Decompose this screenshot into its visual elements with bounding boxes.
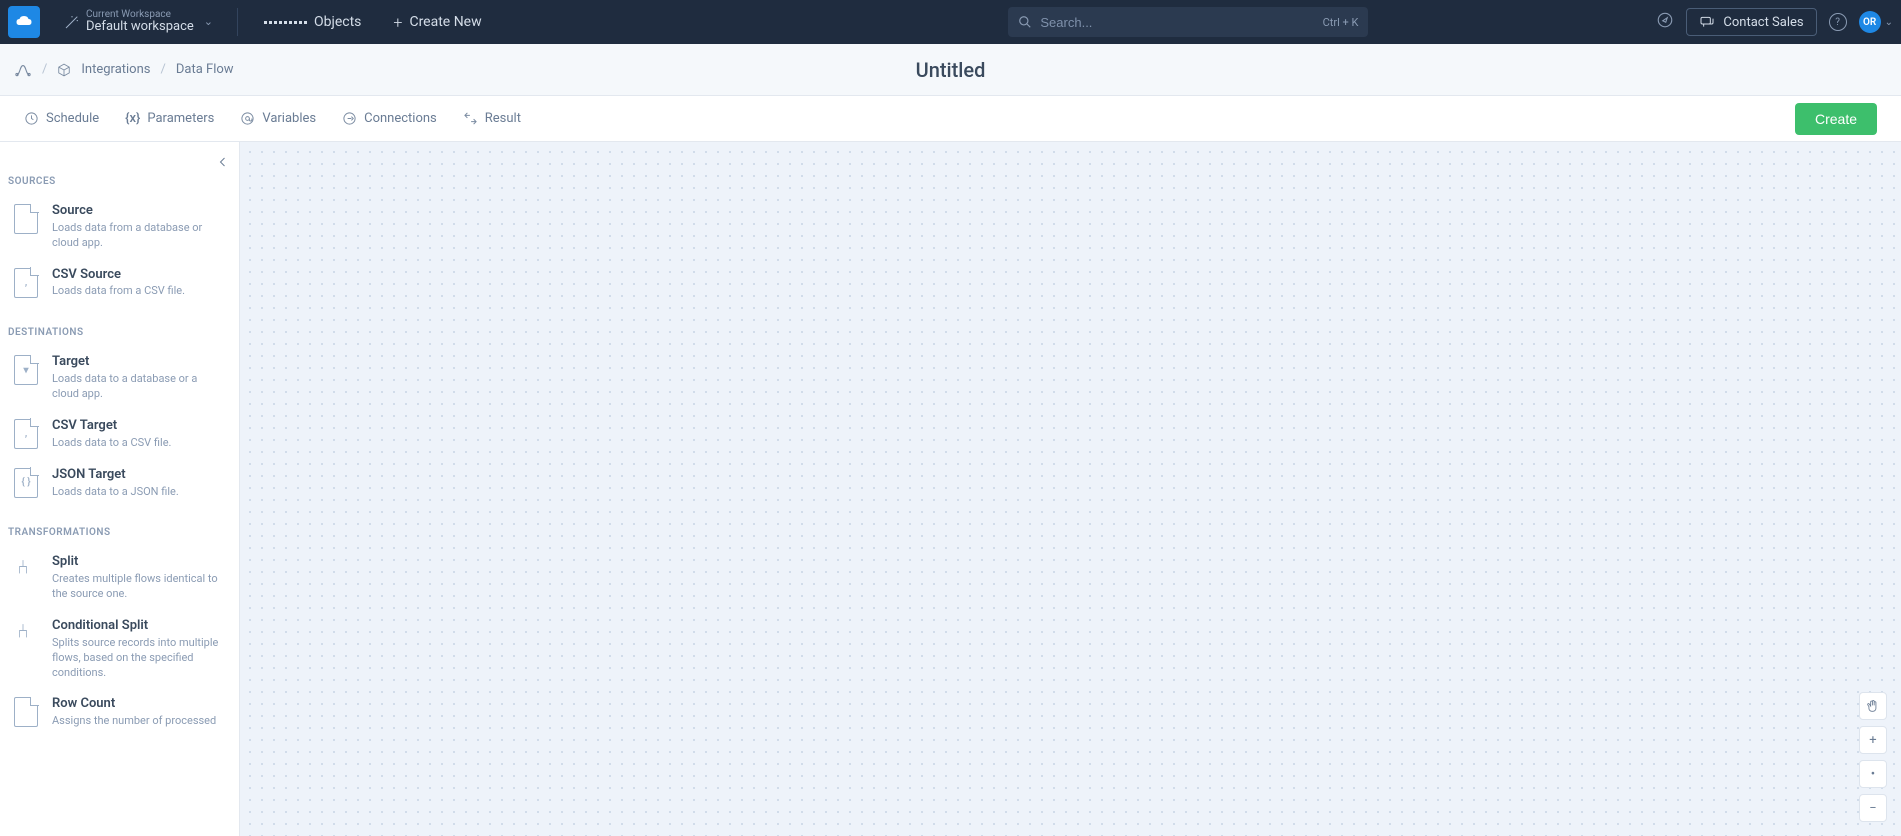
objects-label: Objects xyxy=(314,14,361,30)
parentheses-icon: {x} xyxy=(125,111,140,126)
global-search[interactable]: Ctrl + K xyxy=(1008,7,1368,37)
chevron-down-icon: ⌄ xyxy=(1885,17,1893,28)
component-icon xyxy=(12,554,40,586)
flow-canvas[interactable]: + − xyxy=(240,142,1901,836)
breadcrumb-data-flow[interactable]: Data Flow xyxy=(176,62,234,77)
workspace-selector[interactable]: Current Workspace Default workspace ⌄ xyxy=(54,9,223,34)
sidebar-section: DESTINATIONS ▾ TargetLoads data to a datab… xyxy=(0,307,239,507)
component-icon: , xyxy=(12,418,40,450)
tab-parameters[interactable]: {x} Parameters xyxy=(125,111,214,126)
help-button[interactable]: ? xyxy=(1829,13,1847,31)
component-item[interactable]: , CSV SourceLoads data from a CSV file. xyxy=(8,259,231,308)
sidebar-section-heading: DESTINATIONS xyxy=(8,307,231,346)
component-item[interactable]: Row CountAssigns the number of processed xyxy=(8,688,231,737)
components-sidebar: SOURCESSourceLoads data from a database … xyxy=(0,142,240,836)
canvas-toolbar: + − xyxy=(1859,692,1887,822)
objects-nav-button[interactable]: Objects xyxy=(252,0,373,44)
zoom-out-button[interactable]: − xyxy=(1859,794,1887,822)
search-shortcut: Ctrl + K xyxy=(1323,16,1359,29)
search-input[interactable] xyxy=(1040,15,1314,30)
component-desc: Loads data to a JSON file. xyxy=(52,485,227,500)
sidebar-section-heading: SOURCES xyxy=(8,142,231,195)
component-title: JSON Target xyxy=(52,467,227,484)
pan-tool-button[interactable] xyxy=(1859,692,1887,720)
user-menu[interactable]: OR ⌄ xyxy=(1859,11,1893,33)
component-desc: Loads data to a database or a cloud app. xyxy=(52,372,227,402)
component-desc: Splits source records into multiple flow… xyxy=(52,636,227,681)
cloud-icon xyxy=(15,13,33,31)
compass-icon[interactable] xyxy=(1656,11,1674,33)
component-item[interactable]: SourceLoads data from a database or clou… xyxy=(8,195,231,259)
divider xyxy=(237,8,238,36)
component-desc: Assigns the number of processed xyxy=(52,714,227,729)
tab-schedule[interactable]: Schedule xyxy=(24,111,99,126)
sidebar-section: TRANSFORMATIONSSplitCreates multiple flo… xyxy=(0,507,239,737)
page-title[interactable]: Untitled xyxy=(916,58,986,82)
flow-icon[interactable] xyxy=(14,61,32,79)
app-logo[interactable] xyxy=(8,6,40,38)
plus-icon: + xyxy=(393,13,402,32)
box-icon xyxy=(57,63,71,77)
create-button[interactable]: Create xyxy=(1795,103,1877,135)
workspace-name: Default workspace xyxy=(86,20,194,34)
chevron-down-icon: ⌄ xyxy=(204,15,213,28)
tab-connections[interactable]: Connections xyxy=(342,111,437,126)
component-item[interactable]: , CSV TargetLoads data to a CSV file. xyxy=(8,410,231,459)
component-icon xyxy=(12,618,40,650)
main-area: SOURCESSourceLoads data from a database … xyxy=(0,142,1901,836)
sidebar-section: SOURCESSourceLoads data from a database … xyxy=(0,142,239,307)
component-item[interactable]: SplitCreates multiple flows identical to… xyxy=(8,546,231,610)
sidebar-collapse-button[interactable] xyxy=(213,152,233,176)
connection-icon xyxy=(342,111,357,126)
component-title: Source xyxy=(52,203,227,220)
component-icon: ▾ xyxy=(12,354,40,386)
create-new-nav-button[interactable]: + Create New xyxy=(381,0,493,44)
chat-icon xyxy=(1699,14,1715,30)
tab-result[interactable]: Result xyxy=(463,111,521,126)
sidebar-section-heading: TRANSFORMATIONS xyxy=(8,507,231,546)
config-tab-bar: Schedule {x} Parameters Variables Connec… xyxy=(0,96,1901,142)
create-new-label: Create New xyxy=(409,14,481,30)
contact-sales-button[interactable]: Contact Sales xyxy=(1686,8,1816,36)
grid-icon xyxy=(264,21,307,24)
component-icon xyxy=(12,203,40,235)
zoom-reset-button[interactable] xyxy=(1859,760,1887,788)
component-desc: Loads data from a CSV file. xyxy=(52,284,227,299)
avatar: OR xyxy=(1859,11,1881,33)
component-desc: Loads data to a CSV file. xyxy=(52,436,227,451)
clock-icon xyxy=(24,111,39,126)
hand-icon xyxy=(1866,699,1880,713)
tab-variables[interactable]: Variables xyxy=(240,111,316,126)
component-title: Target xyxy=(52,354,227,371)
at-icon xyxy=(240,111,255,126)
component-title: Split xyxy=(52,554,227,571)
breadcrumb-bar: / Integrations / Data Flow Untitled xyxy=(0,44,1901,96)
breadcrumb: / Integrations / Data Flow xyxy=(14,61,234,79)
component-title: Row Count xyxy=(52,696,227,713)
component-title: CSV Target xyxy=(52,418,227,435)
component-icon xyxy=(12,696,40,728)
component-icon: { } xyxy=(12,467,40,499)
component-desc: Loads data from a database or cloud app. xyxy=(52,221,227,251)
chevron-left-icon xyxy=(217,156,229,168)
wand-icon xyxy=(64,14,80,30)
result-icon xyxy=(463,111,478,126)
component-item[interactable]: { } JSON TargetLoads data to a JSON file. xyxy=(8,459,231,508)
search-icon xyxy=(1018,15,1032,29)
contact-sales-label: Contact Sales xyxy=(1723,15,1803,30)
component-icon: , xyxy=(12,267,40,299)
component-item[interactable]: ▾ TargetLoads data to a database or a clo… xyxy=(8,346,231,410)
breadcrumb-integrations[interactable]: Integrations xyxy=(81,62,150,77)
top-navbar: Current Workspace Default workspace ⌄ Ob… xyxy=(0,0,1901,44)
component-title: CSV Source xyxy=(52,267,227,284)
component-item[interactable]: Conditional SplitSplits source records i… xyxy=(8,610,231,688)
component-title: Conditional Split xyxy=(52,618,227,635)
component-desc: Creates multiple flows identical to the … xyxy=(52,572,227,602)
zoom-in-button[interactable]: + xyxy=(1859,726,1887,754)
